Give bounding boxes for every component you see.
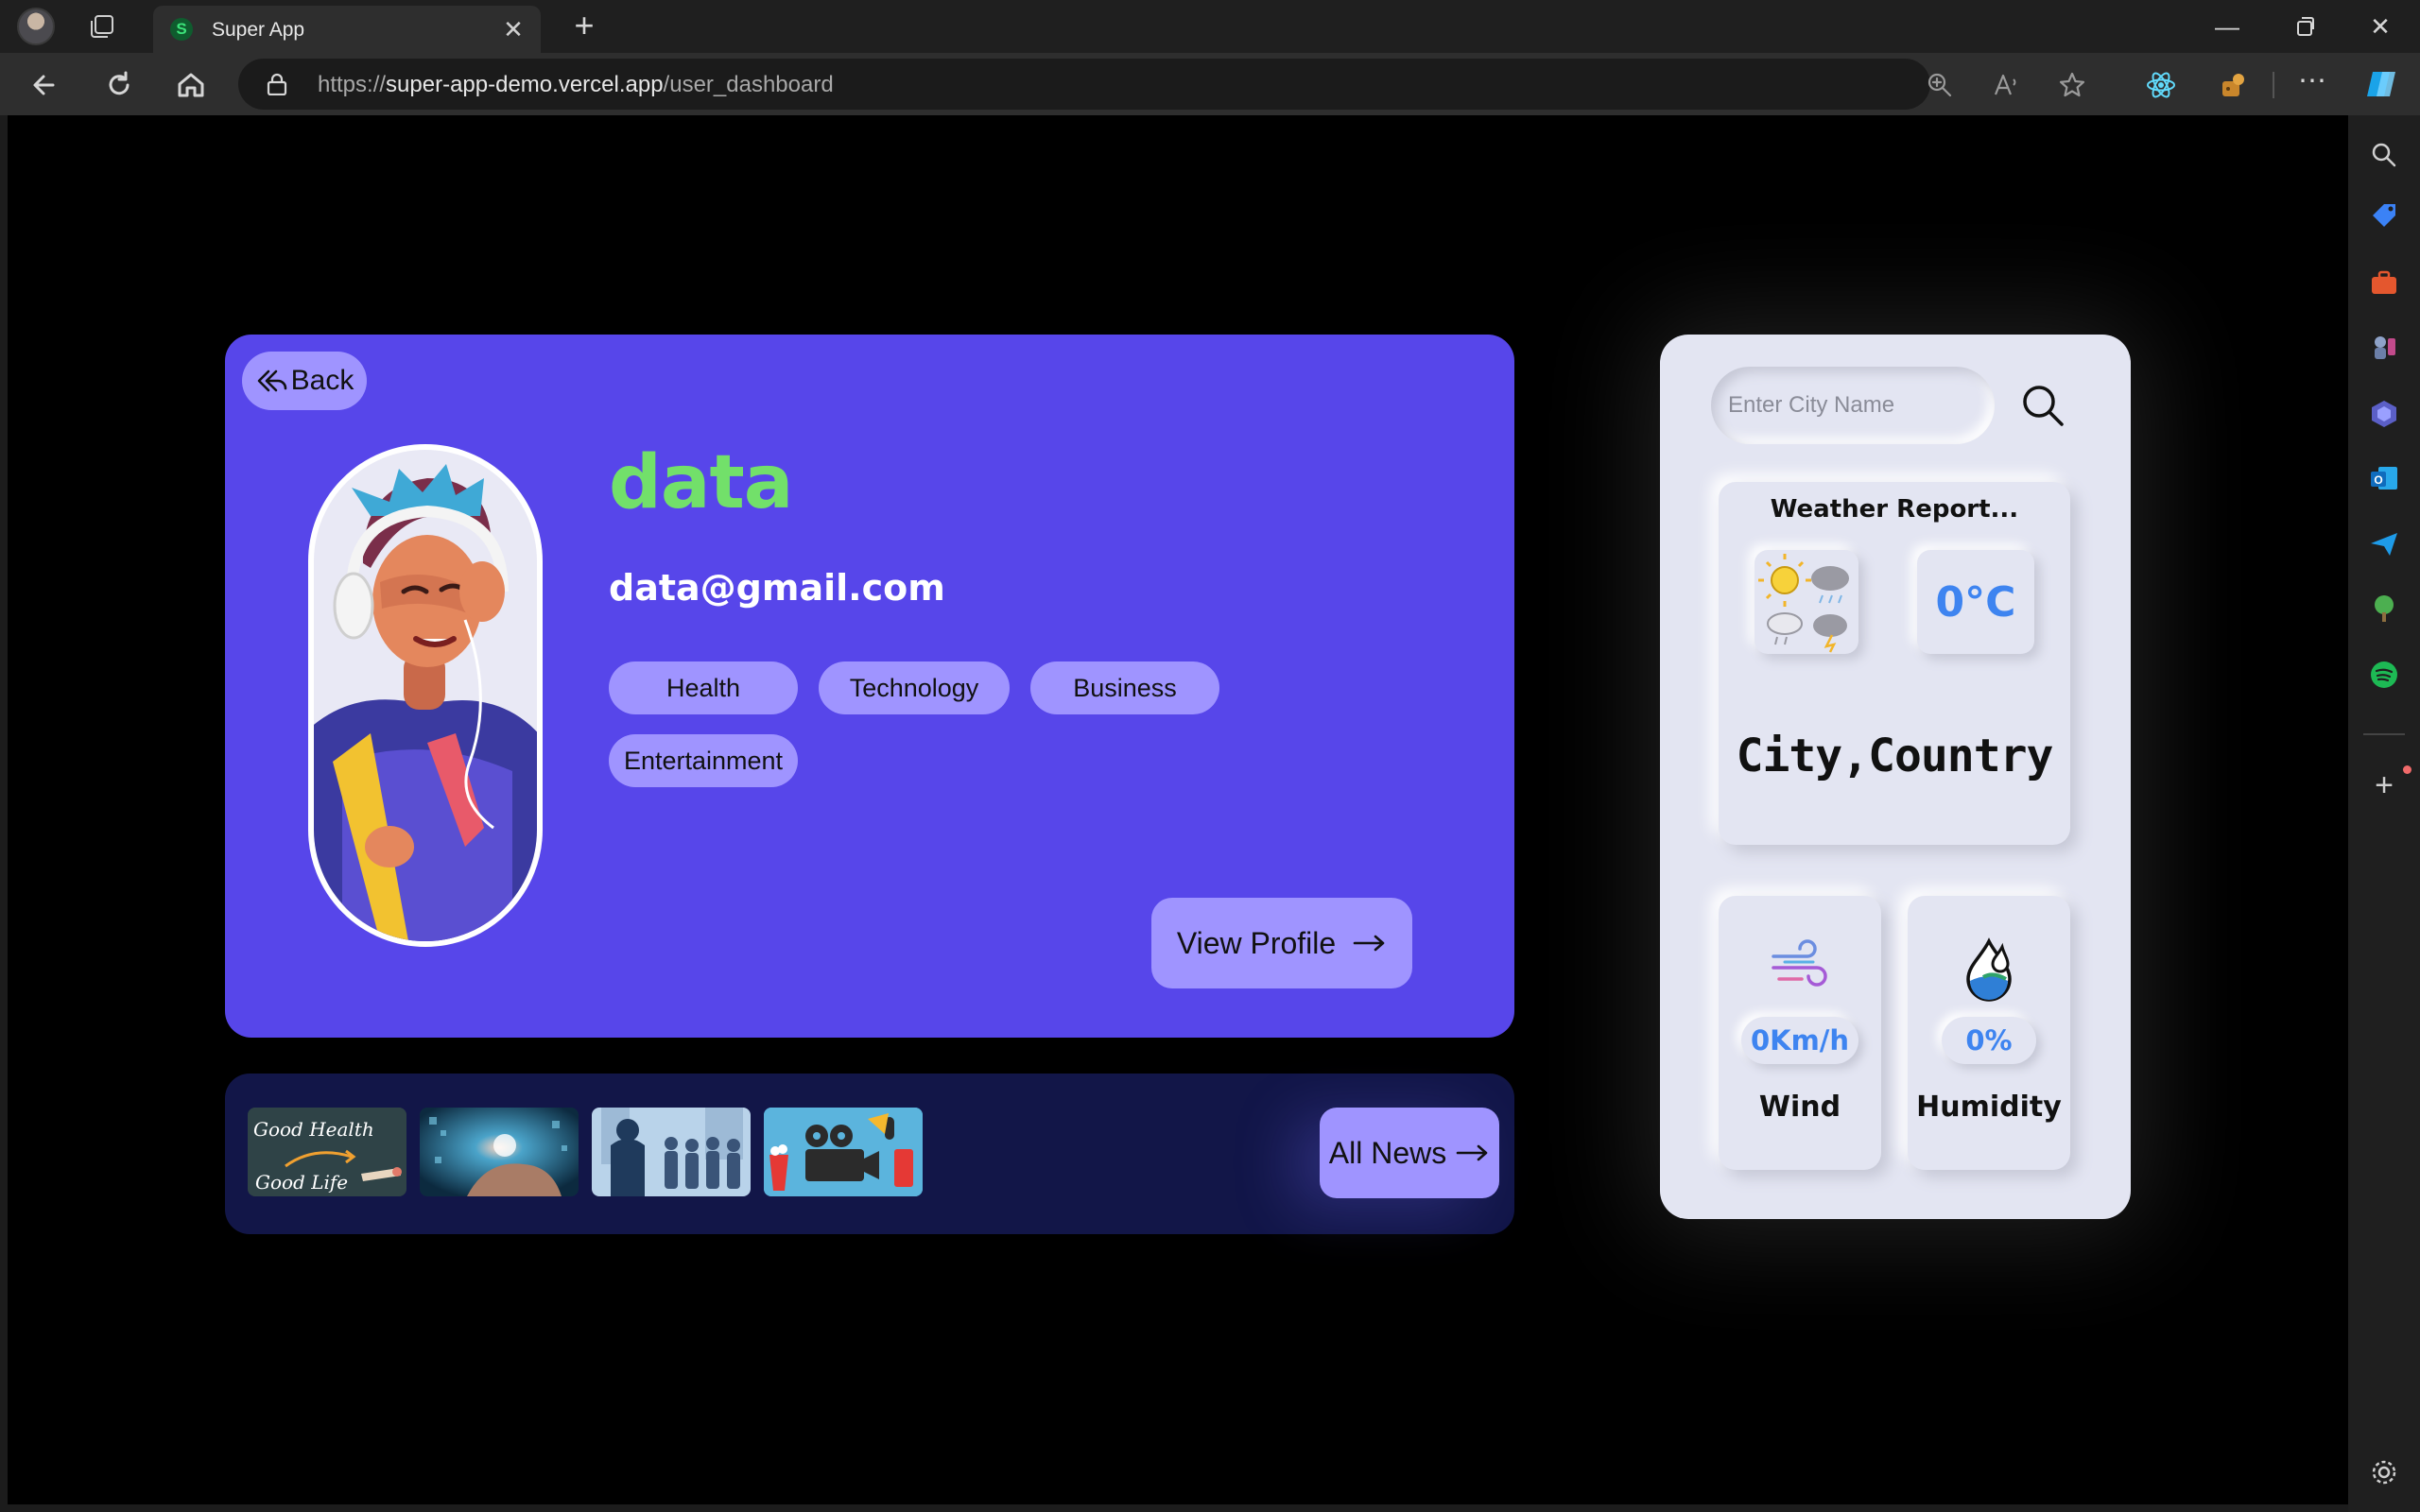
- microsoft-365-icon[interactable]: [2367, 397, 2401, 431]
- technology-image: [420, 1108, 579, 1196]
- browser-toolbar: https://super-app-demo.vercel.app/user_d…: [0, 53, 2420, 115]
- react-devtools-icon[interactable]: [2144, 68, 2178, 102]
- svg-text:O: O: [2374, 473, 2382, 487]
- url-host: super-app-demo.vercel.app: [386, 72, 664, 97]
- tab-title: Super App: [212, 19, 305, 41]
- category-chip-business[interactable]: Business: [1030, 662, 1219, 714]
- profile-card: Back data data@gmail.com Health Technolo…: [225, 335, 1514, 1038]
- sidebar-search-icon[interactable]: [2367, 138, 2401, 172]
- games-icon[interactable]: [2367, 331, 2401, 365]
- news-thumb-technology[interactable]: [420, 1108, 579, 1196]
- zoom-icon[interactable]: [1925, 70, 1955, 100]
- news-thumb-business[interactable]: [592, 1108, 751, 1196]
- avatar-illustration: [314, 450, 537, 941]
- news-thumb-entertainment[interactable]: [764, 1108, 923, 1196]
- news-thumb-health[interactable]: Good Health Good Life: [248, 1108, 406, 1196]
- shopping-tag-icon[interactable]: [2367, 200, 2401, 234]
- weather-report-panel: Weather Report... 0°C City,Country: [1719, 482, 2070, 845]
- spotify-icon[interactable]: [2367, 658, 2401, 692]
- category-chip-health[interactable]: Health: [609, 662, 798, 714]
- weather-condition-box: [1754, 550, 1858, 654]
- notification-dot: [2403, 765, 2411, 774]
- read-aloud-icon[interactable]: [1991, 70, 2021, 100]
- close-window-icon[interactable]: ✕: [2360, 8, 2401, 45]
- entertainment-image: [764, 1108, 923, 1196]
- url-path: /user_dashboard: [663, 72, 834, 97]
- restore-icon[interactable]: [2284, 8, 2325, 45]
- browser-titlebar: S Super App ✕ + — ✕: [0, 0, 2420, 53]
- new-tab-icon[interactable]: +: [567, 9, 601, 43]
- url-prefix: https://: [318, 72, 387, 97]
- humidity-panel: 0% Humidity: [1908, 896, 2070, 1170]
- refresh-icon[interactable]: [98, 64, 140, 106]
- search-icon[interactable]: [2017, 380, 2068, 431]
- wind-label: Wind: [1758, 1091, 1841, 1124]
- toolbar-divider: [2273, 72, 2274, 98]
- home-icon[interactable]: [170, 64, 212, 106]
- news-strip: Good Health Good Life All News: [225, 1074, 1514, 1234]
- sidebar-divider: [2363, 733, 2405, 735]
- back-button-label: Back: [290, 365, 354, 396]
- humidity-value: 0%: [1942, 1017, 2036, 1064]
- send-icon[interactable]: [2367, 527, 2401, 561]
- user-name: data: [609, 440, 793, 525]
- all-news-label: All News: [1328, 1135, 1447, 1170]
- page-viewport: Back data data@gmail.com Health Technolo…: [8, 115, 2348, 1504]
- wind-value: 0Km/h: [1741, 1017, 1858, 1064]
- outlook-icon[interactable]: O: [2367, 461, 2401, 495]
- tools-briefcase-icon[interactable]: [2367, 266, 2401, 301]
- arrow-right-icon: [1353, 935, 1385, 952]
- copilot-icon[interactable]: [2363, 64, 2403, 104]
- thumb-text-bottom: Good Life: [255, 1171, 348, 1194]
- wind-panel: 0Km/h Wind: [1719, 896, 1881, 1170]
- url-text[interactable]: https://super-app-demo.vercel.app/user_d…: [318, 72, 834, 98]
- sidebar-add-icon[interactable]: +: [2367, 769, 2401, 803]
- extension-icon[interactable]: [2216, 68, 2250, 102]
- lock-icon[interactable]: [267, 73, 287, 95]
- app-favicon-icon: S: [170, 18, 193, 41]
- browser-profile-avatar[interactable]: [17, 8, 55, 45]
- tab-super-app[interactable]: S Super App ✕: [153, 6, 541, 53]
- back-button[interactable]: Back: [242, 352, 367, 410]
- temperature-box: 0°C: [1917, 550, 2034, 654]
- more-options-icon[interactable]: ⋯: [2295, 67, 2329, 102]
- view-profile-button[interactable]: View Profile: [1151, 898, 1412, 988]
- all-news-button[interactable]: All News: [1320, 1108, 1499, 1198]
- view-profile-label: View Profile: [1176, 925, 1337, 960]
- minimize-icon[interactable]: —: [2206, 8, 2248, 45]
- location-label: City,Country: [1736, 730, 2054, 782]
- reply-all-icon: [257, 369, 286, 392]
- weather-card: Weather Report... 0°C City,Country: [1660, 335, 2131, 1219]
- user-email: data@gmail.com: [609, 567, 945, 609]
- wind-icon: [1772, 939, 1827, 987]
- health-chalkboard-image: Good Health Good Life: [248, 1108, 406, 1196]
- edge-sidebar: O +: [2348, 115, 2420, 1512]
- business-image: [592, 1108, 751, 1196]
- weather-report-title: Weather Report...: [1770, 495, 2019, 524]
- tree-icon[interactable]: [2367, 592, 2401, 626]
- user-avatar: [308, 444, 543, 947]
- back-arrow-icon[interactable]: [25, 64, 66, 106]
- humidity-drop-icon: [1966, 937, 2012, 1002]
- tab-close-icon[interactable]: ✕: [499, 15, 527, 43]
- city-search-input[interactable]: [1711, 367, 1995, 444]
- tab-actions-icon[interactable]: [87, 13, 117, 40]
- sidebar-settings-icon[interactable]: [2367, 1455, 2401, 1489]
- favorite-star-icon[interactable]: [2057, 70, 2087, 100]
- humidity-label: Humidity: [1916, 1091, 2062, 1124]
- thumb-text-top: Good Health: [253, 1118, 374, 1141]
- temperature-value: 0°C: [1935, 577, 2016, 627]
- address-bar[interactable]: https://super-app-demo.vercel.app/user_d…: [238, 59, 2085, 110]
- category-chip-entertainment[interactable]: Entertainment: [609, 734, 798, 787]
- category-chip-technology[interactable]: Technology: [819, 662, 1010, 714]
- arrow-right-icon: [1456, 1144, 1488, 1161]
- weather-condition-icon: [1758, 554, 1849, 653]
